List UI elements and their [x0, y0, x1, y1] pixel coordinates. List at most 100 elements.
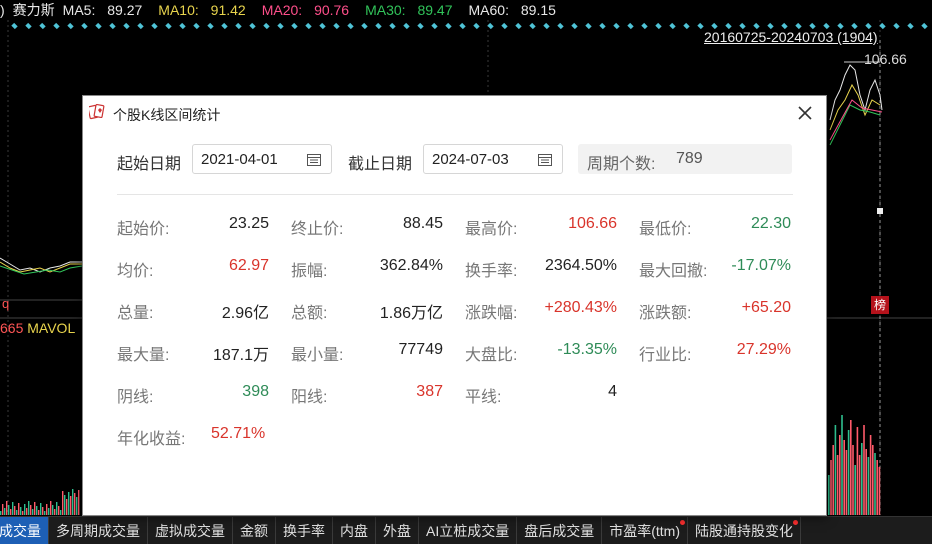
stock-name: 赛力斯: [12, 2, 55, 18]
stat-value: +65.20: [741, 299, 791, 316]
event-marker-icon[interactable]: [389, 22, 396, 30]
event-marker-icon[interactable]: [361, 22, 368, 30]
stat-value: 27.29%: [736, 341, 791, 358]
volume-bar: [22, 511, 24, 515]
event-marker-icon[interactable]: [529, 22, 536, 30]
event-marker-icon[interactable]: [53, 22, 60, 30]
event-marker-icon[interactable]: [109, 22, 116, 30]
event-marker-icon[interactable]: [333, 22, 340, 30]
indicator-tab[interactable]: 外盘: [376, 517, 419, 544]
indicator-tab[interactable]: 市盈率(ttm): [602, 517, 688, 544]
volume-bar: [52, 505, 54, 515]
event-marker-icon[interactable]: [431, 22, 438, 30]
indicator-tab[interactable]: 盘后成交量: [517, 517, 603, 544]
rank-tag[interactable]: 榜: [871, 296, 889, 314]
event-marker-icon[interactable]: [151, 22, 158, 30]
indicator-tab[interactable]: 金额: [233, 517, 276, 544]
event-marker-icon[interactable]: [501, 22, 508, 30]
event-marker-icon[interactable]: [305, 22, 312, 30]
event-marker-icon[interactable]: [277, 22, 284, 30]
stat-label: 阳线:: [291, 389, 328, 406]
event-marker-icon[interactable]: [375, 22, 382, 30]
event-marker-icon[interactable]: [669, 22, 676, 30]
event-marker-icon[interactable]: [473, 22, 480, 30]
volume-bar: [30, 505, 32, 515]
event-marker-icon[interactable]: [585, 22, 592, 30]
event-marker-icon[interactable]: [291, 22, 298, 30]
event-marker-icon[interactable]: [81, 22, 88, 30]
stat-value: 187.1万: [212, 347, 269, 364]
event-marker-icon[interactable]: [403, 22, 410, 30]
indicator-tab[interactable]: 成交量: [0, 517, 49, 544]
event-marker-icon[interactable]: [39, 22, 46, 30]
stat-value: 2.96亿: [221, 305, 269, 322]
indicator-tab[interactable]: 内盘: [333, 517, 376, 544]
event-marker-icon[interactable]: [193, 22, 200, 30]
event-marker-icon[interactable]: [571, 22, 578, 30]
stat-label: 终止价:: [291, 221, 344, 238]
volume-indicator-fragment: q: [2, 296, 10, 311]
event-marker-icon[interactable]: [921, 22, 928, 30]
event-marker-icon[interactable]: [347, 22, 354, 30]
indicator-tab[interactable]: 陆股通持股变化: [688, 517, 801, 544]
event-marker-icon[interactable]: [879, 22, 886, 30]
volume-bar: [54, 509, 56, 515]
date-range-label[interactable]: 20160725-20240703 (1904): [704, 29, 878, 45]
event-marker-icon[interactable]: [627, 22, 634, 30]
event-marker-icon[interactable]: [515, 22, 522, 30]
event-marker-icon[interactable]: [25, 22, 32, 30]
event-marker-icon[interactable]: [11, 22, 18, 30]
calendar-icon[interactable]: [307, 153, 321, 166]
event-marker-icon[interactable]: [123, 22, 130, 30]
event-marker-icon[interactable]: [697, 22, 704, 30]
event-marker-icon[interactable]: [641, 22, 648, 30]
event-marker-icon[interactable]: [655, 22, 662, 30]
volume-bar: [34, 502, 36, 515]
close-icon[interactable]: [794, 102, 816, 124]
volume-bar: [856, 427, 859, 515]
stat-label: 大盘比:: [465, 347, 518, 364]
indicator-tab[interactable]: 换手率: [276, 517, 333, 544]
event-marker-icon[interactable]: [207, 22, 214, 30]
volume-bar: [2, 504, 4, 515]
event-marker-icon[interactable]: [683, 22, 690, 30]
event-marker-icon[interactable]: [235, 22, 242, 30]
event-marker-icon[interactable]: [165, 22, 172, 30]
event-marker-icon[interactable]: [221, 22, 228, 30]
event-marker-icon[interactable]: [543, 22, 550, 30]
stat-label: 年化收益:: [117, 431, 186, 448]
volume-bar: [863, 425, 865, 515]
event-marker-icon[interactable]: [137, 22, 144, 30]
event-marker-icon[interactable]: [907, 22, 914, 30]
volume-bar: [867, 457, 870, 515]
event-marker-icon[interactable]: [445, 22, 452, 30]
indicator-tab-bar: 成交量 多周期成交量 虚拟成交量 金额 换手率 内盘 外盘 AI立桩成交量 盘后成交量 市盈率(t…: [0, 516, 932, 544]
event-marker-icon[interactable]: [599, 22, 606, 30]
dialog-title-bar[interactable]: 个股K线区间统计: [83, 96, 826, 130]
event-marker-icon[interactable]: [613, 22, 620, 30]
volume-bar: [876, 460, 878, 515]
volume-bar: [76, 497, 78, 515]
indicator-tab[interactable]: 虚拟成交量: [148, 517, 233, 544]
start-date-field[interactable]: 2021-04-01: [192, 144, 332, 174]
event-marker-icon[interactable]: [95, 22, 102, 30]
calendar-icon[interactable]: [538, 153, 552, 166]
event-marker-icon[interactable]: [557, 22, 564, 30]
event-marker-icon[interactable]: [487, 22, 494, 30]
ma60-readout: MA60: 89.15: [468, 2, 556, 18]
dialog-title: 个股K线区间统计: [113, 107, 221, 123]
event-marker-icon[interactable]: [263, 22, 270, 30]
volume-bar: [4, 508, 6, 515]
event-marker-icon[interactable]: [319, 22, 326, 30]
event-marker-icon[interactable]: [179, 22, 186, 30]
event-marker-icon[interactable]: [249, 22, 256, 30]
indicator-tab[interactable]: 多周期成交量: [49, 517, 148, 544]
event-marker-icon[interactable]: [67, 22, 74, 30]
indicator-tab[interactable]: AI立桩成交量: [419, 517, 518, 544]
stat-label: 涨跌幅:: [465, 305, 518, 322]
event-marker-icon[interactable]: [417, 22, 424, 30]
end-date-field[interactable]: 2024-07-03: [423, 144, 563, 174]
event-marker-icon[interactable]: [459, 22, 466, 30]
event-marker-icon[interactable]: [893, 22, 900, 30]
stat-label: 平线:: [465, 389, 502, 406]
